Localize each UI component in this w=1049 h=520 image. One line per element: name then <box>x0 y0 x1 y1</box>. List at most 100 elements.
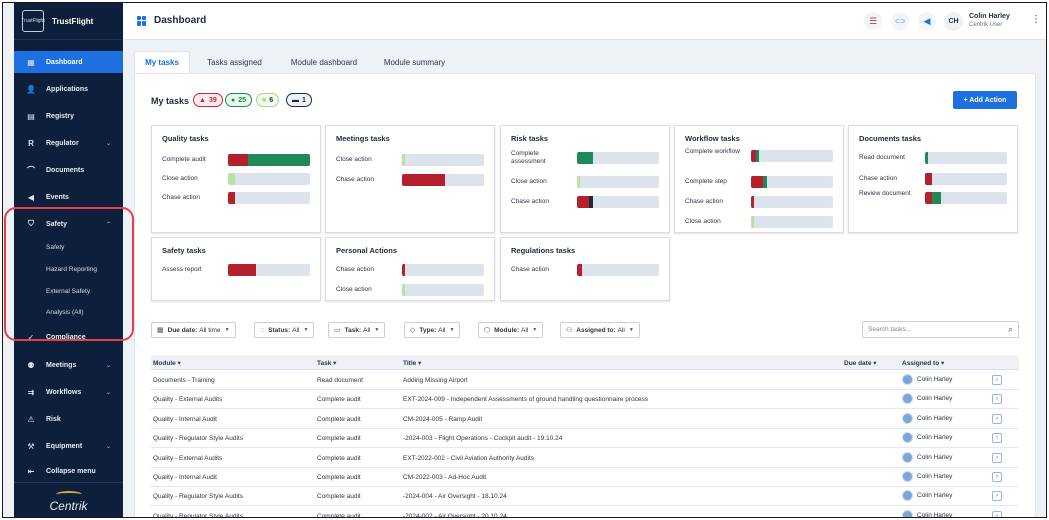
filter-label: Module: <box>494 326 520 334</box>
in-progress-count[interactable]: ● 25 <box>225 93 253 107</box>
task-progress-bar[interactable] <box>402 154 484 166</box>
task-row-label: Close action <box>336 286 372 293</box>
open-row-chevron-icon[interactable]: › <box>992 510 1002 517</box>
table-row[interactable]: Quality - External Audits Complete audit E… <box>151 449 1019 468</box>
table-row[interactable]: Quality - Regulator Style Audits Complete… <box>151 429 1019 449</box>
more-options-icon[interactable]: ⋮ <box>1031 14 1041 25</box>
sidebar-item-workflows[interactable]: ⇉ Workflows ⌄ <box>14 381 123 403</box>
upcoming-count-value: 6 <box>269 96 274 104</box>
cell-module: Quality - External Audits <box>153 396 223 404</box>
task-row-label: Close action <box>162 175 198 182</box>
task-progress-bar[interactable] <box>751 216 833 228</box>
task-progress-bar[interactable] <box>925 173 1007 185</box>
task-progress-bar[interactable] <box>751 176 833 188</box>
task-filter[interactable]: ▭ Task: All ▼ <box>328 322 386 338</box>
task-progress-bar[interactable] <box>577 196 659 208</box>
search-icon[interactable]: ⌕ <box>1008 324 1013 335</box>
tab-module-summary[interactable]: Module summary <box>372 51 457 73</box>
app-window: TrustFlight TrustFlight ▦ Dashboard 👤 Appli… <box>2 2 1047 518</box>
open-row-chevron-icon[interactable]: › <box>992 452 1002 463</box>
open-row-chevron-icon[interactable]: › <box>992 394 1002 405</box>
sidebar-item-risk[interactable]: ⚠ Risk <box>14 408 123 430</box>
column-header-title[interactable]: Title ▾ <box>403 359 421 367</box>
open-row-chevron-icon[interactable]: › <box>992 375 1002 385</box>
my-tasks-title: My tasks <box>151 96 190 106</box>
column-header-assigned-to-label: Assigned to <box>902 360 940 367</box>
other-count[interactable]: ▬ 1 <box>286 93 312 107</box>
task-progress-segment <box>763 176 767 188</box>
user-name[interactable]: Colin Harley <box>969 13 1010 20</box>
task-progress-bar[interactable] <box>228 192 310 204</box>
sidebar-item-regulator[interactable]: R Regulator ⌄ <box>14 132 123 154</box>
open-row-chevron-icon[interactable]: › <box>992 413 1002 424</box>
due-date-filter[interactable]: ▦ Due date: All time ▼ <box>151 322 236 338</box>
open-row-chevron-icon[interactable]: › <box>992 433 1002 444</box>
table-row[interactable]: Quality - Regulator Style Audits Complete… <box>151 487 1019 507</box>
table-row[interactable]: Quality - Internal Audit Complete audit CM… <box>151 410 1019 429</box>
task-progress-bar[interactable] <box>402 174 484 186</box>
table-row[interactable]: Quality - Internal Audit Complete audit CM… <box>151 468 1019 487</box>
task-progress-bar[interactable] <box>402 284 484 296</box>
sidebar-item-dashboard[interactable]: ▦ Dashboard <box>14 51 123 73</box>
sidebar-item-events[interactable]: ◀ Events <box>14 186 123 208</box>
open-row-chevron-icon[interactable]: › <box>992 491 1002 502</box>
announcement-icon[interactable]: ◀ <box>918 12 936 30</box>
cell-assigned-to: Colin Harley <box>902 490 952 502</box>
sidebar-item-documents[interactable]: ⌒ Documents <box>14 159 123 181</box>
column-header-due-date[interactable]: Due date ▾ <box>844 359 877 367</box>
warning-icon: ⚠ <box>27 414 35 424</box>
sidebar-item-equipment[interactable]: ⚒ Equipment ⌄ <box>14 435 123 457</box>
task-progress-bar[interactable] <box>577 264 659 276</box>
search-input[interactable] <box>863 322 993 337</box>
assigned-filter[interactable]: ⚇ Assigned to: All ▼ <box>560 322 640 338</box>
sidebar-item-applications[interactable]: 👤 Applications <box>14 78 123 100</box>
tab-my-tasks[interactable]: My tasks <box>134 51 190 73</box>
task-progress-segment <box>577 196 590 208</box>
assigned-user-name: Colin Harley <box>917 376 953 383</box>
sidebar-item-meetings[interactable]: ⚉ Meetings ⌄ <box>14 354 123 376</box>
task-progress-bar[interactable] <box>577 152 659 164</box>
status-filter[interactable]: ◌ Status: All ▼ <box>254 322 315 338</box>
add-action-button[interactable]: + Add Action <box>953 91 1017 109</box>
upcoming-count[interactable]: ■ 6 <box>256 93 280 107</box>
task-progress-bar[interactable] <box>577 176 659 188</box>
link-icon[interactable]: ⊂⊃ <box>891 12 909 30</box>
tab-module-dashboard[interactable]: Module dashboard <box>276 51 372 73</box>
table-header: Module ▾ Task ▾ Title ▾ Due date ▾ Assig… <box>151 355 1019 370</box>
collapse-menu-button[interactable]: ⇤ Collapse menu <box>14 460 123 482</box>
module-filter[interactable]: ⬡ Module: All ▼ <box>478 322 544 338</box>
task-row-label: Close action <box>685 218 721 225</box>
tab-tasks-assigned[interactable]: Tasks assigned <box>193 51 276 73</box>
task-progress-bar[interactable] <box>228 154 310 166</box>
column-header-module[interactable]: Module ▾ <box>153 359 181 367</box>
open-row-chevron-icon[interactable]: › <box>992 472 1002 482</box>
task-progress-bar[interactable] <box>228 173 310 185</box>
avatar[interactable]: CH <box>944 12 963 31</box>
column-header-task[interactable]: Task ▾ <box>317 359 336 367</box>
task-progress-bar[interactable] <box>751 150 833 162</box>
overdue-count-value: 39 <box>208 96 217 104</box>
column-header-assigned-to[interactable]: Assigned to ▾ <box>902 359 944 367</box>
task-row-label: Close action <box>511 178 547 185</box>
task-progress-bar[interactable] <box>751 196 833 208</box>
task-progress-bar[interactable] <box>402 264 484 276</box>
cell-assigned-to: Colin Harley <box>902 374 952 385</box>
table-row[interactable]: Quality - Regulator Style Audits Complete… <box>151 507 1019 517</box>
task-progress-segment <box>751 176 764 188</box>
task-progress-bar[interactable] <box>925 152 1007 164</box>
overdue-count[interactable]: ▲ 39 <box>193 93 223 107</box>
task-icon: ▭ <box>334 327 341 334</box>
type-filter[interactable]: ◇ Type: All ▼ <box>404 322 461 338</box>
user-avatar-icon <box>902 451 913 463</box>
database-icon[interactable]: ☰ <box>864 12 882 30</box>
in-progress-icon: ● <box>231 96 236 104</box>
sidebar-item-registry[interactable]: ▤ Registry <box>14 105 123 127</box>
brand[interactable]: TrustFlight TrustFlight <box>14 3 123 40</box>
table-row[interactable]: Quality - External Audits Complete audit E… <box>151 390 1019 410</box>
cell-task: Complete audit <box>317 435 361 443</box>
task-progress-segment <box>247 154 310 166</box>
search-box[interactable]: ⌕ <box>862 321 1019 338</box>
task-progress-bar[interactable] <box>925 192 1007 204</box>
table-row[interactable]: Documents - Training Read document Adding … <box>151 371 1019 390</box>
task-progress-bar[interactable] <box>228 264 310 276</box>
